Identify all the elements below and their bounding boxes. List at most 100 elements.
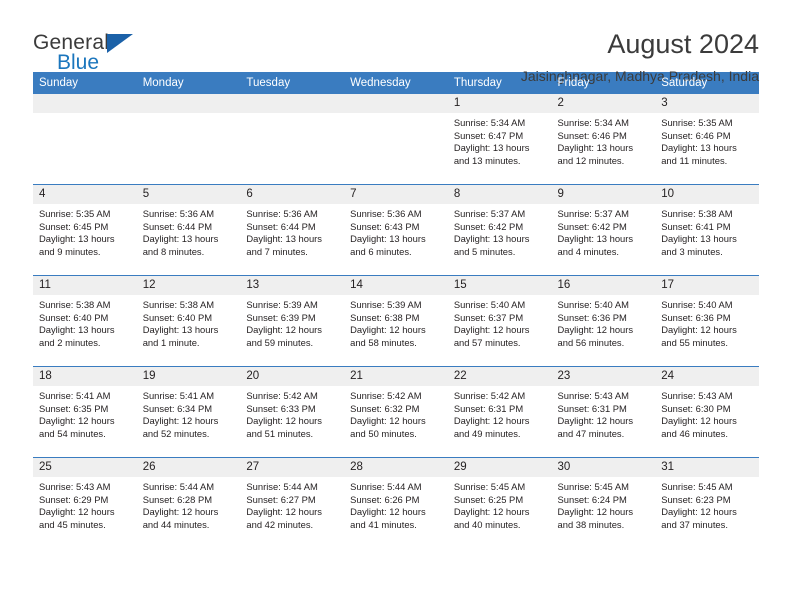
sunset-text: Sunset: 6:44 PM bbox=[246, 220, 316, 232]
daylight-text: Daylight: 12 hours and 38 minutes. bbox=[557, 506, 634, 530]
calendar-day-cell[interactable]: 13 Sunrise: 5:39 AM Sunset: 6:39 PM Dayligh… bbox=[240, 275, 345, 367]
day-info: Sunrise: 5:40 AM Sunset: 6:37 PM Daylight:… bbox=[448, 295, 552, 349]
day-info: Sunrise: 5:44 AM Sunset: 6:26 PM Daylight:… bbox=[344, 477, 448, 531]
calendar-week-row: 25 Sunrise: 5:43 AM Sunset: 6:29 PM Dayligh… bbox=[33, 457, 759, 548]
sunrise-text: Sunrise: 5:36 AM bbox=[142, 208, 215, 219]
calendar-cell-empty bbox=[136, 94, 241, 185]
day-number: 27 bbox=[240, 458, 345, 477]
day-info: Sunrise: 5:44 AM Sunset: 6:28 PM Daylight:… bbox=[137, 477, 241, 531]
day-number: 2 bbox=[551, 94, 656, 113]
sunrise-text: Sunrise: 5:41 AM bbox=[39, 390, 111, 401]
calendar-day-cell[interactable]: 23 Sunrise: 5:43 AM Sunset: 6:31 PM Dayligh… bbox=[551, 366, 656, 458]
sunrise-text: Sunrise: 5:38 AM bbox=[142, 299, 215, 310]
calendar-day-cell[interactable]: 29 Sunrise: 5:45 AM Sunset: 6:25 PM Dayligh… bbox=[447, 457, 552, 548]
calendar-day-cell[interactable]: 7 Sunrise: 5:36 AM Sunset: 6:43 PM Daylight… bbox=[344, 184, 448, 276]
day-number: 7 bbox=[344, 185, 448, 204]
sunset-text: Sunset: 6:38 PM bbox=[350, 311, 420, 323]
calendar-day-cell[interactable]: 26 Sunrise: 5:44 AM Sunset: 6:28 PM Dayligh… bbox=[136, 457, 241, 548]
sunset-text: Sunset: 6:40 PM bbox=[39, 311, 109, 323]
calendar-day-cell[interactable]: 15 Sunrise: 5:40 AM Sunset: 6:37 PM Dayligh… bbox=[447, 275, 552, 367]
sunset-text: Sunset: 6:47 PM bbox=[453, 129, 524, 141]
calendar-day-cell[interactable]: 30 Sunrise: 5:45 AM Sunset: 6:24 PM Dayligh… bbox=[551, 457, 656, 548]
day-number bbox=[240, 94, 345, 113]
sunset-text: Sunset: 6:42 PM bbox=[453, 220, 524, 232]
weekday-header-wednesday: Wednesday bbox=[344, 72, 448, 94]
calendar-day-cell[interactable]: 24 Sunrise: 5:43 AM Sunset: 6:30 PM Dayligh… bbox=[655, 366, 759, 458]
day-number bbox=[136, 94, 241, 113]
calendar-day-cell[interactable]: 27 Sunrise: 5:44 AM Sunset: 6:27 PM Dayligh… bbox=[240, 457, 345, 548]
sunset-text: Sunset: 6:30 PM bbox=[661, 402, 731, 414]
sunset-text: Sunset: 6:40 PM bbox=[142, 311, 213, 323]
sunset-text: Sunset: 6:36 PM bbox=[557, 311, 627, 323]
calendar-day-cell[interactable]: 6 Sunrise: 5:36 AM Sunset: 6:44 PM Daylight… bbox=[240, 184, 345, 276]
daylight-text: Daylight: 12 hours and 44 minutes. bbox=[142, 506, 219, 530]
day-number: 24 bbox=[655, 367, 759, 386]
calendar-day-cell[interactable]: 3 Sunrise: 5:35 AM Sunset: 6:46 PM Daylight… bbox=[655, 94, 759, 185]
calendar-day-cell[interactable]: 19 Sunrise: 5:41 AM Sunset: 6:34 PM Dayligh… bbox=[136, 366, 241, 458]
sunset-text: Sunset: 6:31 PM bbox=[453, 402, 524, 414]
day-number: 4 bbox=[33, 185, 137, 204]
sunrise-text: Sunrise: 5:43 AM bbox=[661, 390, 733, 401]
weekday-header-tuesday: Tuesday bbox=[240, 72, 345, 94]
day-info: Sunrise: 5:45 AM Sunset: 6:23 PM Daylight:… bbox=[655, 477, 759, 531]
sunset-text: Sunset: 6:32 PM bbox=[350, 402, 420, 414]
day-number: 9 bbox=[551, 185, 656, 204]
sunrise-text: Sunrise: 5:43 AM bbox=[557, 390, 629, 401]
sunrise-text: Sunrise: 5:45 AM bbox=[557, 481, 629, 492]
calendar-day-cell[interactable]: 21 Sunrise: 5:42 AM Sunset: 6:32 PM Dayligh… bbox=[344, 366, 448, 458]
calendar-day-cell[interactable]: 16 Sunrise: 5:40 AM Sunset: 6:36 PM Dayligh… bbox=[551, 275, 656, 367]
daylight-text: Daylight: 12 hours and 46 minutes. bbox=[661, 415, 737, 439]
day-number: 12 bbox=[136, 276, 241, 295]
day-number bbox=[33, 94, 137, 113]
daylight-text: Daylight: 12 hours and 37 minutes. bbox=[661, 506, 737, 530]
calendar-day-cell[interactable]: 25 Sunrise: 5:43 AM Sunset: 6:29 PM Dayligh… bbox=[33, 457, 137, 548]
calendar-day-cell[interactable]: 17 Sunrise: 5:40 AM Sunset: 6:36 PM Dayligh… bbox=[655, 275, 759, 367]
daylight-text: Daylight: 13 hours and 6 minutes. bbox=[350, 233, 426, 257]
sunset-text: Sunset: 6:46 PM bbox=[557, 129, 627, 141]
daylight-text: Daylight: 12 hours and 49 minutes. bbox=[453, 415, 530, 439]
sunrise-text: Sunrise: 5:39 AM bbox=[350, 299, 422, 310]
general-blue-logo[interactable]: General Blue bbox=[33, 28, 153, 74]
calendar-day-cell[interactable]: 8 Sunrise: 5:37 AM Sunset: 6:42 PM Daylight… bbox=[447, 184, 552, 276]
day-info: Sunrise: 5:45 AM Sunset: 6:25 PM Daylight:… bbox=[448, 477, 552, 531]
sunrise-text: Sunrise: 5:44 AM bbox=[246, 481, 318, 492]
calendar-day-cell[interactable]: 9 Sunrise: 5:37 AM Sunset: 6:42 PM Daylight… bbox=[551, 184, 656, 276]
calendar-day-cell[interactable]: 1 Sunrise: 5:34 AM Sunset: 6:47 PM Daylight… bbox=[447, 94, 552, 185]
day-info: Sunrise: 5:36 AM Sunset: 6:44 PM Daylight:… bbox=[137, 204, 241, 258]
day-info: Sunrise: 5:42 AM Sunset: 6:33 PM Daylight:… bbox=[240, 386, 344, 440]
sunrise-text: Sunrise: 5:42 AM bbox=[350, 390, 422, 401]
day-info: Sunrise: 5:35 AM Sunset: 6:45 PM Daylight:… bbox=[33, 204, 137, 258]
calendar-day-cell[interactable]: 20 Sunrise: 5:42 AM Sunset: 6:33 PM Dayligh… bbox=[240, 366, 345, 458]
calendar-day-cell[interactable]: 4 Sunrise: 5:35 AM Sunset: 6:45 PM Daylight… bbox=[33, 184, 137, 276]
day-number bbox=[344, 94, 448, 113]
sunrise-text: Sunrise: 5:40 AM bbox=[557, 299, 629, 310]
page-subtitle: Jaisinghnagar, Madhya Pradesh, India bbox=[520, 68, 759, 84]
day-number: 13 bbox=[240, 276, 345, 295]
day-info: Sunrise: 5:42 AM Sunset: 6:32 PM Daylight:… bbox=[344, 386, 448, 440]
sunrise-text: Sunrise: 5:36 AM bbox=[350, 208, 422, 219]
day-number: 28 bbox=[344, 458, 448, 477]
calendar-day-cell[interactable]: 18 Sunrise: 5:41 AM Sunset: 6:35 PM Dayligh… bbox=[33, 366, 137, 458]
calendar-day-cell[interactable]: 12 Sunrise: 5:38 AM Sunset: 6:40 PM Dayligh… bbox=[136, 275, 241, 367]
calendar-day-cell[interactable]: 31 Sunrise: 5:45 AM Sunset: 6:23 PM Dayligh… bbox=[655, 457, 759, 548]
sunset-text: Sunset: 6:37 PM bbox=[453, 311, 524, 323]
calendar-day-cell[interactable]: 22 Sunrise: 5:42 AM Sunset: 6:31 PM Dayligh… bbox=[447, 366, 552, 458]
sunrise-text: Sunrise: 5:42 AM bbox=[246, 390, 318, 401]
calendar-day-cell[interactable]: 28 Sunrise: 5:44 AM Sunset: 6:26 PM Dayligh… bbox=[344, 457, 448, 548]
daylight-text: Daylight: 12 hours and 58 minutes. bbox=[350, 324, 426, 348]
calendar-day-cell[interactable]: 10 Sunrise: 5:38 AM Sunset: 6:41 PM Dayligh… bbox=[655, 184, 759, 276]
calendar-cell-empty bbox=[240, 94, 345, 185]
sunrise-text: Sunrise: 5:34 AM bbox=[557, 117, 629, 128]
day-number: 18 bbox=[33, 367, 137, 386]
sunset-text: Sunset: 6:42 PM bbox=[557, 220, 627, 232]
calendar-day-cell[interactable]: 11 Sunrise: 5:38 AM Sunset: 6:40 PM Dayligh… bbox=[33, 275, 137, 367]
sunset-text: Sunset: 6:36 PM bbox=[661, 311, 731, 323]
sunrise-text: Sunrise: 5:35 AM bbox=[661, 117, 733, 128]
calendar-day-cell[interactable]: 2 Sunrise: 5:34 AM Sunset: 6:46 PM Daylight… bbox=[551, 94, 656, 185]
daylight-text: Daylight: 12 hours and 47 minutes. bbox=[557, 415, 634, 439]
calendar-week-row: 1 Sunrise: 5:34 AM Sunset: 6:47 PM Daylight… bbox=[33, 94, 759, 185]
day-info: Sunrise: 5:34 AM Sunset: 6:47 PM Daylight:… bbox=[448, 113, 552, 167]
calendar-day-cell[interactable]: 14 Sunrise: 5:39 AM Sunset: 6:38 PM Dayligh… bbox=[344, 275, 448, 367]
day-number: 3 bbox=[655, 94, 759, 113]
calendar-day-cell[interactable]: 5 Sunrise: 5:36 AM Sunset: 6:44 PM Daylight… bbox=[136, 184, 241, 276]
